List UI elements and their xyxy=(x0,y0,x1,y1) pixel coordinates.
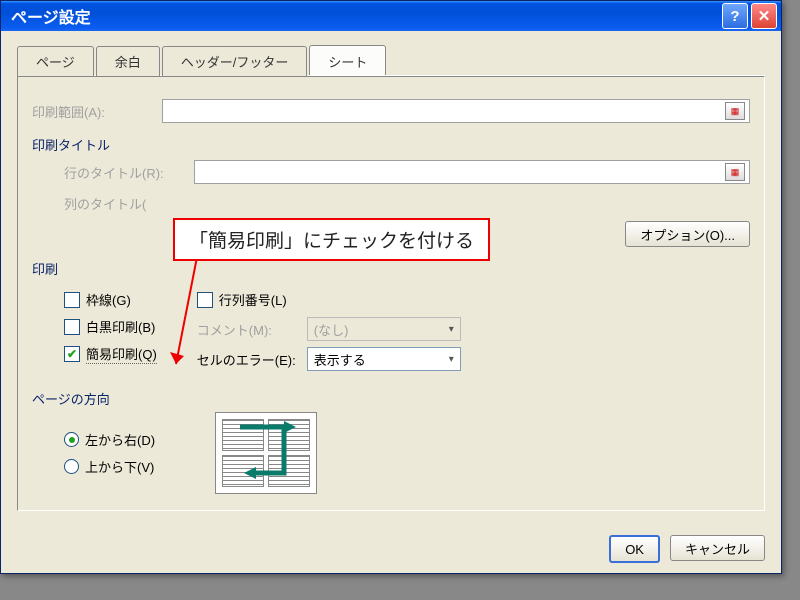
page-order-preview xyxy=(215,412,317,494)
radio-icon xyxy=(64,459,79,474)
checkbox-icon: ✔ xyxy=(64,346,80,362)
checkbox-gridlines[interactable]: 枠線(G) xyxy=(64,290,157,309)
range-picker-icon[interactable]: ▦ xyxy=(725,102,745,120)
row-title-label: 行のタイトル(R): xyxy=(64,163,194,182)
dialog-title: ページ設定 xyxy=(11,4,91,28)
checkbox-label: 行列番号(L) xyxy=(219,290,287,309)
tab-strip: ページ 余白 ヘッダー/フッター シート xyxy=(17,45,765,76)
col-title-label: 列のタイトル( xyxy=(64,190,194,213)
checkbox-label: 白黒印刷(B) xyxy=(86,317,155,336)
checkbox-bw[interactable]: 白黒印刷(B) xyxy=(64,317,157,336)
select-value: (なし) xyxy=(314,320,349,339)
sheet-panel: 印刷範囲(A): ▦ 印刷タイトル 行のタイトル(R): ▦ 列のタイトル( xyxy=(17,76,765,511)
dialog-footer: OK キャンセル xyxy=(1,525,781,573)
radio-icon xyxy=(64,432,79,447)
section-page-order: ページの方向 xyxy=(32,389,750,408)
section-print: 印刷 xyxy=(32,259,750,278)
select-value: 表示する xyxy=(314,350,366,369)
page-setup-dialog: ページ設定 ? ✕ ページ 余白 ヘッダー/フッター シート 印刷範囲(A): … xyxy=(0,0,782,574)
tab-margins[interactable]: 余白 xyxy=(96,46,160,76)
radio-ttb[interactable]: 上から下(V) xyxy=(64,457,155,476)
cancel-button[interactable]: キャンセル xyxy=(670,535,765,561)
radio-ltr[interactable]: 左から右(D) xyxy=(64,430,155,449)
tab-headerfooter[interactable]: ヘッダー/フッター xyxy=(162,46,308,76)
print-range-input[interactable]: ▦ xyxy=(162,99,750,123)
checkbox-icon xyxy=(64,292,80,308)
titlebar[interactable]: ページ設定 ? ✕ xyxy=(1,1,781,31)
range-picker-icon[interactable]: ▦ xyxy=(725,163,745,181)
radio-label: 上から下(V) xyxy=(85,457,154,476)
row-title-input[interactable]: ▦ xyxy=(194,160,750,184)
tab-page[interactable]: ページ xyxy=(17,46,94,76)
chevron-down-icon: ▾ xyxy=(449,324,454,335)
ok-button[interactable]: OK xyxy=(609,535,660,563)
checkbox-rowcol[interactable]: 行列番号(L) xyxy=(197,290,461,309)
error-select[interactable]: 表示する ▾ xyxy=(307,347,461,371)
comment-select: (なし) ▾ xyxy=(307,317,461,341)
checkbox-draft[interactable]: ✔ 簡易印刷(Q) xyxy=(64,344,157,364)
options-button[interactable]: オプション(O)... xyxy=(625,221,750,247)
close-button[interactable]: ✕ xyxy=(751,3,777,29)
help-button[interactable]: ? xyxy=(722,3,748,29)
checkbox-label: 簡易印刷(Q) xyxy=(86,344,157,364)
section-print-titles: 印刷タイトル xyxy=(32,135,750,154)
checkbox-icon xyxy=(64,319,80,335)
tab-sheet[interactable]: シート xyxy=(309,45,386,75)
error-label: セルのエラー(E): xyxy=(197,350,307,369)
print-range-label: 印刷範囲(A): xyxy=(32,102,162,121)
radio-label: 左から右(D) xyxy=(85,430,155,449)
checkbox-icon xyxy=(197,292,213,308)
annotation-callout: 「簡易印刷」にチェックを付ける xyxy=(173,218,490,261)
chevron-down-icon: ▾ xyxy=(449,354,454,365)
comment-label: コメント(M): xyxy=(197,320,307,339)
checkbox-label: 枠線(G) xyxy=(86,290,131,309)
